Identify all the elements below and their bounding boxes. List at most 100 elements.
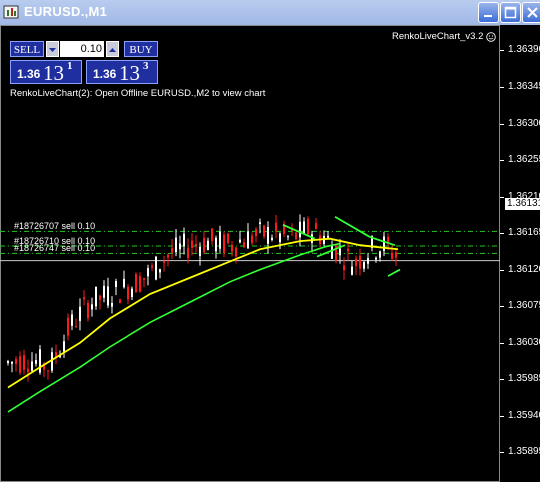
lot-decrease-button[interactable] — [46, 41, 59, 57]
price-tick-mark — [500, 416, 504, 417]
sell-button[interactable]: SELL — [10, 41, 44, 57]
candle-body — [199, 246, 201, 256]
indicator-name: RenkoLiveChart_v3.2 — [392, 31, 484, 42]
signal-line — [334, 215, 371, 238]
candle-body — [207, 240, 209, 251]
candle-body — [211, 228, 213, 242]
candle-body — [91, 304, 93, 310]
candle-body — [107, 286, 109, 306]
slow-moving-average — [7, 242, 341, 413]
candle-body — [239, 239, 241, 243]
candle-body — [79, 306, 81, 321]
price-tick-mark — [500, 306, 504, 307]
candle-body — [363, 262, 365, 269]
candle-body — [7, 361, 9, 364]
candle-body — [251, 235, 253, 243]
candle-body — [71, 314, 73, 326]
price-tick-label: 1.35940 — [508, 410, 540, 421]
candle-body — [315, 223, 317, 229]
price-tick-mark — [500, 379, 504, 380]
candle-body — [139, 276, 141, 292]
candle-body — [359, 255, 361, 269]
candle-body — [23, 355, 25, 370]
candle-body — [275, 222, 277, 232]
price-tick-label: 1.36390 — [508, 44, 540, 55]
candle-body — [255, 229, 257, 237]
indicator-info-text: RenkoLiveChart(2): Open Offline EURUSD.,… — [10, 88, 266, 99]
minimize-icon — [484, 15, 492, 17]
candle-body — [267, 227, 269, 244]
price-tick-label: 1.35985 — [508, 373, 540, 384]
lot-size-input[interactable] — [60, 41, 104, 57]
candle-body — [179, 243, 181, 250]
price-tick-label: 1.36030 — [508, 337, 540, 348]
candle-body — [143, 277, 145, 280]
candle-body — [111, 303, 113, 307]
close-button[interactable] — [522, 2, 540, 23]
candle-body — [27, 368, 29, 373]
maximize-button[interactable] — [500, 2, 521, 23]
minimize-button[interactable] — [478, 2, 499, 23]
chevron-up-icon — [109, 48, 116, 52]
price-tick-mark — [500, 87, 504, 88]
candle-body — [259, 222, 261, 225]
candle-body — [135, 273, 137, 293]
candle-body — [147, 268, 149, 277]
candle-body — [347, 248, 349, 252]
candle-body — [227, 233, 229, 243]
price-tick-label: 1.36120 — [508, 264, 540, 275]
candle-body — [343, 265, 345, 271]
price-tick-label: 1.35895 — [508, 446, 540, 457]
candle-body — [31, 361, 33, 371]
candle-body — [19, 356, 21, 373]
candle-body — [159, 269, 161, 273]
candle-body — [367, 258, 369, 264]
candle-body — [339, 248, 341, 256]
lot-increase-button[interactable] — [106, 41, 119, 57]
candle-body — [235, 247, 237, 257]
candle-body — [215, 237, 217, 252]
candle-body — [167, 254, 169, 258]
candle-body — [155, 256, 157, 280]
ask-price-button[interactable]: 1.36 13 3 — [86, 60, 158, 85]
price-tick-label: 1.36255 — [508, 154, 540, 165]
candle-body — [331, 245, 333, 259]
price-tick-label: 1.36165 — [508, 227, 540, 238]
candle-body — [299, 221, 301, 238]
price-tick-label: 1.36345 — [508, 81, 540, 92]
title-bar[interactable]: EURUSD.,M1 — [0, 0, 540, 25]
one-click-trade-panel: SELL BUY 1.36 13 1 1.36 13 3 — [10, 41, 158, 85]
candle-body — [191, 240, 193, 248]
candle-body — [51, 352, 53, 371]
candle-body — [219, 231, 221, 249]
window-title: EURUSD.,M1 — [24, 4, 108, 19]
candle-body — [63, 341, 65, 352]
bid-price-pips: 13 — [43, 61, 64, 85]
candle-body — [131, 288, 133, 298]
candle-body — [391, 252, 393, 259]
candle-body — [75, 325, 77, 327]
candle-body — [395, 252, 397, 258]
signal-line — [369, 236, 396, 247]
candle-body — [103, 285, 105, 298]
ask-price-prefix: 1.36 — [93, 67, 117, 81]
candle-body — [375, 257, 377, 260]
candle-body — [279, 233, 281, 243]
buy-button[interactable]: BUY — [124, 41, 158, 57]
candle-body — [87, 303, 89, 319]
candle-body — [127, 286, 129, 300]
bid-price-fraction: 1 — [67, 60, 73, 72]
order-label: #18726707 sell 0.10 — [14, 221, 96, 232]
price-tick-mark — [500, 50, 504, 51]
candle-body — [355, 258, 357, 266]
candle-body — [263, 225, 265, 237]
bid-price-button[interactable]: 1.36 13 1 — [10, 60, 82, 85]
candle-body — [307, 218, 309, 235]
candle-body — [119, 299, 121, 304]
candle-body — [123, 278, 125, 288]
price-tick-mark — [500, 197, 504, 198]
smiley-icon — [486, 32, 496, 42]
candle-body — [115, 281, 117, 287]
candle-body — [231, 244, 233, 252]
price-tick-label: 1.36075 — [508, 300, 540, 311]
